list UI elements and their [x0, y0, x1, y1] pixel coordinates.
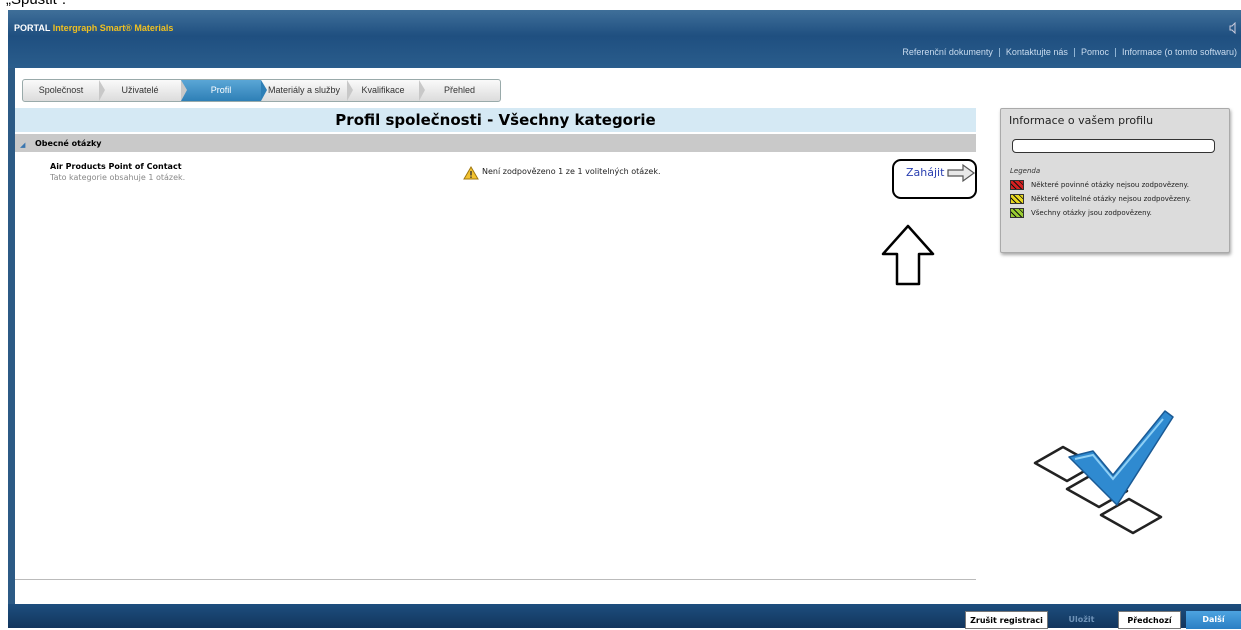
tab-profile[interactable]: Profil: [181, 80, 267, 101]
nav-separator: [1073, 48, 1075, 58]
legend-swatch-yellow: [1010, 193, 1024, 204]
category-subtitle: Tato kategorie obsahuje 1 otázek.: [50, 173, 186, 182]
nav-separator: [998, 48, 1000, 58]
profile-progress-field: [1012, 139, 1215, 153]
brand-product: Intergraph Smart® Materials: [52, 23, 174, 33]
legend-item-complete: Všechny otázky jsou zodpovězeny.: [1010, 207, 1152, 218]
nav-help[interactable]: Pomoc: [1081, 47, 1109, 57]
info-panel-title: Informace o vašem profilu: [1009, 114, 1154, 127]
content-divider: [15, 579, 976, 580]
section-header[interactable]: ◢ Obecné otázky: [15, 134, 976, 152]
nav-separator: [1114, 48, 1116, 58]
tab-materials-services[interactable]: Materiály a služby: [261, 80, 353, 101]
tab-qualification[interactable]: Kvalifikace: [347, 80, 425, 101]
category-status: Není zodpovězeno 1 ze 1 volitelných otáz…: [482, 167, 661, 176]
legend-label: Některé volitelné otázky nejsou zodpověz…: [1031, 194, 1191, 203]
wizard-tabs: Společnost Uživatelé Profil Materiály a …: [22, 79, 501, 102]
save-button[interactable]: Uložit: [1053, 611, 1110, 629]
nav-about[interactable]: Informace (o tomto softwaru): [1122, 47, 1237, 57]
nav-contact[interactable]: Kontaktujte nás: [1006, 47, 1068, 57]
speaker-icon[interactable]: [1229, 21, 1239, 35]
legend-label: Některé povinné otázky nejsou zodpovězen…: [1031, 180, 1189, 189]
brand-logo: PORTAL Intergraph Smart® Materials: [14, 23, 173, 33]
brand-portal: PORTAL: [14, 23, 51, 33]
category-title: Air Products Point of Contact: [50, 162, 182, 171]
tab-overview[interactable]: Přehled: [419, 80, 500, 101]
caption-text: „Spustit“.: [6, 0, 66, 8]
legend-item-optional: Některé volitelné otázky nejsou zodpověz…: [1010, 193, 1191, 204]
profile-info-panel: Informace o vašem profilu Legenda Někter…: [1000, 108, 1230, 253]
cancel-registration-button[interactable]: Zrušit registraci: [965, 611, 1048, 629]
legend-item-required: Některé povinné otázky nejsou zodpovězen…: [1010, 179, 1189, 190]
previous-button[interactable]: Předchozí: [1118, 611, 1181, 629]
nav-reference-documents[interactable]: Referenční dokumenty: [902, 47, 993, 57]
checklist-icon: [1025, 405, 1200, 545]
top-navigation: Referenční dokumenty Kontaktujte nás Pomoc…: [902, 47, 1237, 58]
legend-title: Legenda: [1010, 167, 1041, 175]
legend-label: Všechny otázky jsou zodpovězeny.: [1031, 208, 1152, 217]
expand-triangle-icon[interactable]: ◢: [20, 135, 25, 155]
warning-icon: [463, 165, 479, 180]
page-title: Profil společnosti - Všechny kategorie: [15, 108, 976, 132]
tab-users[interactable]: Uživatelé: [99, 80, 187, 101]
next-button[interactable]: Další: [1186, 611, 1241, 629]
start-link[interactable]: Zahájit: [906, 166, 944, 179]
legend-swatch-red: [1010, 179, 1024, 190]
app-header: PORTAL Intergraph Smart® Materials Refer…: [8, 10, 1241, 68]
arrow-right-icon[interactable]: [946, 163, 976, 183]
legend-swatch-green: [1010, 207, 1024, 218]
frame-left-border: [8, 68, 15, 604]
up-arrow-icon: [881, 224, 935, 286]
tab-company[interactable]: Společnost: [23, 80, 105, 101]
section-title: Obecné otázky: [35, 139, 102, 148]
